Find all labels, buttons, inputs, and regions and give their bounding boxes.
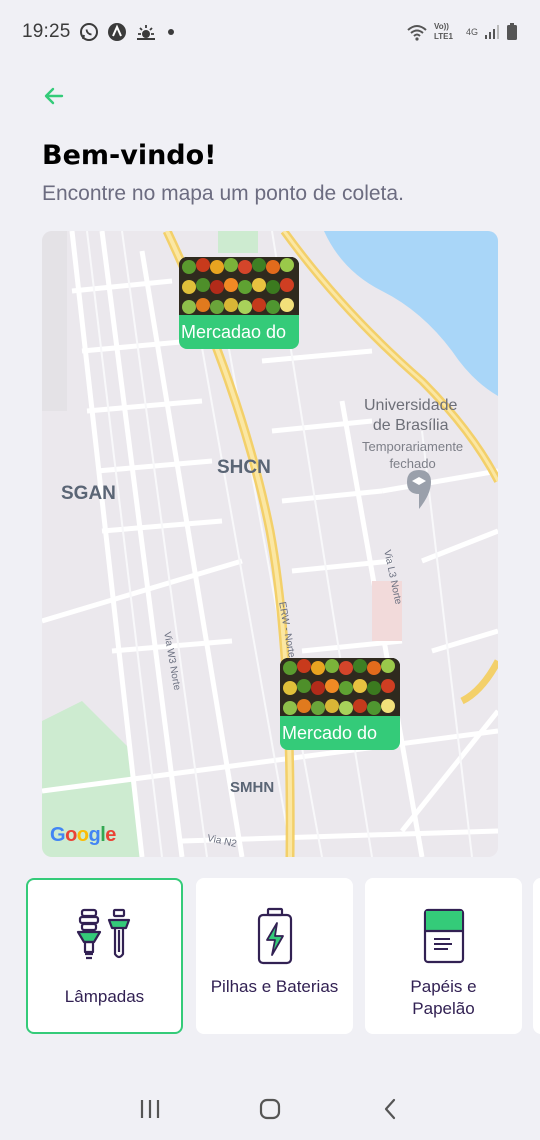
item-label: Lâmpadas [64, 987, 145, 1006]
map-marker[interactable]: Mercado do [280, 658, 400, 750]
system-nav-bar [0, 1078, 540, 1140]
back-nav-icon [384, 1098, 396, 1120]
item-card-partial[interactable] [533, 878, 540, 1034]
marker-image [280, 658, 400, 716]
battery-icon [255, 906, 295, 966]
items-scroller[interactable]: Lâmpadas Pilhas e Baterias Papéis e Pape… [26, 878, 540, 1034]
page-subtitle: Encontre no mapa um ponto de coleta. [42, 182, 404, 205]
marker-caption: Mercadao do [181, 322, 287, 342]
map-marker[interactable]: Mercadao do [179, 257, 299, 349]
poi-name[interactable]: Universidade de Brasília [364, 396, 457, 436]
status-bar: 19:25 Vo)) LTE1 4G [0, 0, 540, 64]
dot-icon [165, 26, 177, 38]
map-area-label: SHCN [217, 457, 271, 478]
recents-button[interactable] [120, 1084, 180, 1134]
battery-status-icon [506, 23, 518, 41]
whatsapp-icon [79, 22, 99, 42]
signal-icon [484, 24, 500, 40]
item-card-pilhas[interactable]: Pilhas e Baterias [196, 878, 353, 1034]
home-button[interactable] [240, 1084, 300, 1134]
marker-caption: Mercado do [282, 723, 378, 743]
volte-label: Vo)) LTE1 [433, 22, 453, 41]
status-time: 19:25 [22, 21, 71, 42]
item-label: Papéis e Papelão [410, 977, 477, 1018]
paper-icon [422, 906, 466, 966]
item-label: Pilhas e Baterias [210, 977, 339, 996]
item-card-lampadas[interactable]: Lâmpadas [26, 878, 183, 1034]
marker-image [179, 257, 299, 315]
poi-status: Temporariamente fechado [362, 439, 464, 471]
arrow-left-icon [44, 87, 64, 105]
google-attribution: Google [50, 824, 116, 846]
recents-icon [140, 1100, 160, 1118]
map-area-label: SGAN [61, 483, 116, 504]
home-icon [259, 1098, 281, 1120]
lamps-icon [76, 906, 134, 966]
app-a-icon [107, 22, 127, 42]
wifi-icon [406, 23, 428, 41]
weather-icon [135, 23, 157, 41]
back-button[interactable] [36, 78, 72, 114]
network-gen-label: 4G [465, 27, 478, 37]
item-card-papeis[interactable]: Papéis e Papelão [365, 878, 522, 1034]
map-area-label: SMHN [230, 779, 275, 796]
map-view[interactable]: SGAN SHCN SMHN Via W3 Norte ERW - Norte … [42, 231, 498, 857]
back-nav-button[interactable] [360, 1084, 420, 1134]
page-title: Bem-vindo! [42, 140, 217, 171]
